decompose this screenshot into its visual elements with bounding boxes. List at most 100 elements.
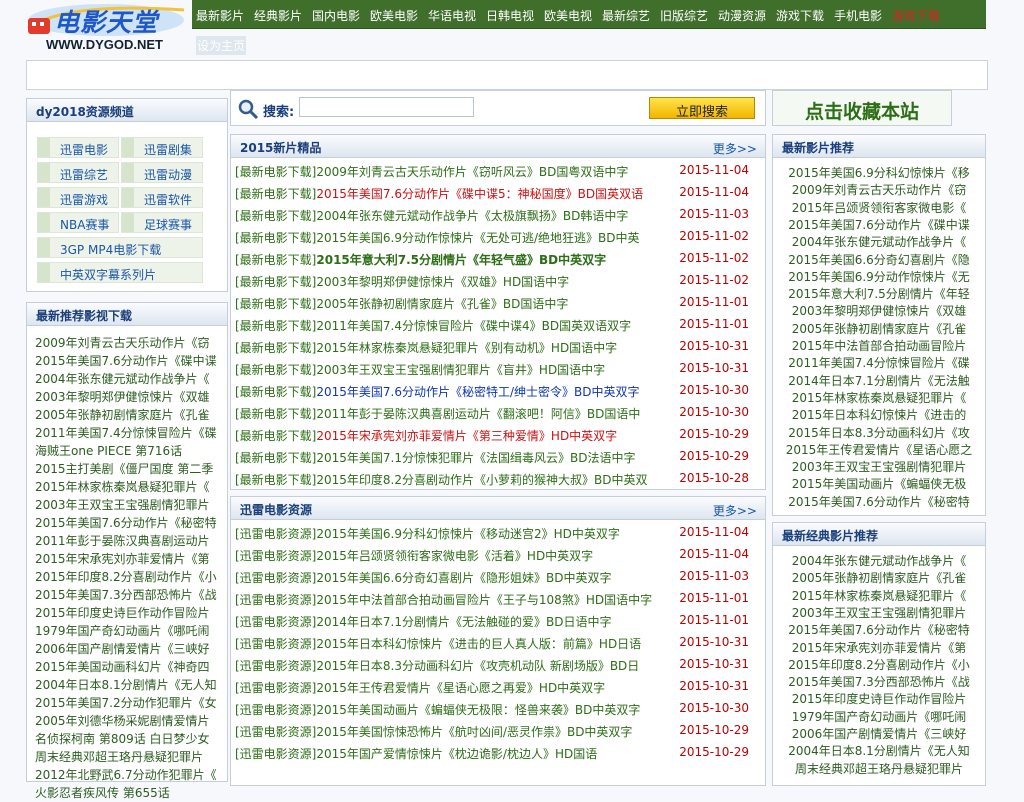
- nav-item-game-download-2[interactable]: 游戏下载: [892, 7, 940, 24]
- set-homepage-link[interactable]: 设为主页: [196, 36, 247, 55]
- left-recommend-item[interactable]: 2011年彭于晏陈汉典喜剧运动片: [35, 532, 223, 550]
- row-category[interactable]: [最新电影下载]: [235, 385, 316, 399]
- row-title[interactable]: 2015年美国6.9分科幻惊悚片《移动迷宫2》HD中英双字: [316, 527, 620, 541]
- xunlei-more-link[interactable]: 更多>>: [713, 502, 757, 519]
- nav-item-mobile-movies[interactable]: 手机电影: [834, 7, 882, 24]
- row-category[interactable]: [最新电影下载]: [235, 187, 316, 201]
- row-link[interactable]: [迅雷电影资源]2015年美国6.6分奇幻喜剧片《隐形姐妹》BD中英双字: [235, 569, 611, 586]
- row-link[interactable]: [迅雷电影资源]2015年国产爱情惊悚片《枕边诡影/枕边人》HD国语: [235, 745, 597, 762]
- row-title[interactable]: 2015年美国惊悚恐怖片《航吋凶间/恶灵作祟》BD中英双字: [316, 725, 632, 739]
- left-recommend-item[interactable]: 2015年美国动画科幻片《神奇四: [35, 658, 223, 676]
- row-category[interactable]: [迅雷电影资源]: [235, 549, 316, 563]
- row-category[interactable]: [最新电影下载]: [235, 429, 316, 443]
- right-new-item[interactable]: 2003年黎明郑伊健惊悚片《双雄: [773, 302, 985, 319]
- row-category[interactable]: [最新电影下载]: [235, 451, 316, 465]
- row-category[interactable]: [最新电影下载]: [235, 341, 316, 355]
- right-new-item[interactable]: 2015年王传君爱情片《星语心愿之: [773, 441, 985, 458]
- left-recommend-item[interactable]: 海贼王one PIECE 第716话: [35, 442, 223, 460]
- right-classic-item[interactable]: 2004年日本8.1分剧情片《无人知: [773, 742, 985, 759]
- right-classic-item[interactable]: 2005年张静初剧情家庭片《孔雀: [773, 569, 985, 586]
- row-title[interactable]: 2015年中法首部合拍动画冒险片《王子与108煞》HD国语中字: [316, 593, 652, 607]
- row-link[interactable]: [最新电影下载]2015年美国7.1分惊悚犯罪片《法国缉毒风云》BD法语中字: [235, 449, 635, 466]
- right-classic-item[interactable]: 2015年美国7.3分西部恐怖片《战: [773, 673, 985, 690]
- right-classic-item[interactable]: 2015年林家栋秦岚悬疑犯罪片《: [773, 587, 985, 604]
- row-title[interactable]: 2009年刘青云古天乐动作片《窃听风云》BD国粤双语中字: [316, 165, 628, 179]
- row-title[interactable]: 2015年美国7.6分动作片《秘密特工/绅士密令》BD中英双字: [316, 385, 639, 399]
- row-category[interactable]: [迅雷电影资源]: [235, 725, 316, 739]
- nav-item-classic-movies[interactable]: 经典影片: [254, 7, 302, 24]
- channel-item[interactable]: 中英双字幕系列片: [37, 262, 203, 283]
- right-new-item[interactable]: 2014年日本7.1分剧情片《无法触: [773, 372, 985, 389]
- row-link[interactable]: [最新电影下载]2015年美国7.6分动作片《秘密特工/绅士密令》BD中英双字: [235, 383, 640, 400]
- row-category[interactable]: [最新电影下载]: [235, 165, 316, 179]
- row-category[interactable]: [最新电影下载]: [235, 363, 316, 377]
- left-recommend-item[interactable]: 2015年美国7.2分动作犯罪片《女: [35, 694, 223, 712]
- row-title[interactable]: 2015年印度8.2分喜剧动作片《小萝莉的猴神大叔》BD中英双: [316, 473, 647, 487]
- row-category[interactable]: [最新电影下载]: [235, 407, 316, 421]
- nav-item-anime[interactable]: 动漫资源: [718, 7, 766, 24]
- row-link[interactable]: [最新电影下载]2015年宋承宪刘亦菲爱情片《第三种爱情》HD中英双字: [235, 427, 617, 444]
- row-category[interactable]: [迅雷电影资源]: [235, 703, 316, 717]
- row-category[interactable]: [迅雷电影资源]: [235, 593, 316, 607]
- right-new-item[interactable]: 2009年刘青云古天乐动作片《窃: [773, 181, 985, 198]
- row-link[interactable]: [迅雷电影资源]2015年日本8.3分动画科幻片《攻壳机动队 新剧场版》BD日: [235, 657, 639, 674]
- row-link[interactable]: [迅雷电影资源]2015年吕颂贤领衔客家微电影《活着》HD中英双字: [235, 547, 593, 564]
- left-recommend-item[interactable]: 2015年林家栋秦岚悬疑犯罪片《: [35, 478, 223, 496]
- row-category[interactable]: [迅雷电影资源]: [235, 659, 316, 673]
- row-category[interactable]: [最新电影下载]: [235, 319, 316, 333]
- left-recommend-item[interactable]: 火影忍者疾风传 第655话: [35, 784, 223, 802]
- row-category[interactable]: [迅雷电影资源]: [235, 571, 316, 585]
- row-category[interactable]: [最新电影下载]: [235, 253, 316, 267]
- right-classic-item[interactable]: 2015年宋承宪刘亦菲爱情片《第: [773, 639, 985, 656]
- right-new-item[interactable]: 2011年美国7.4分惊悚冒险片《碟: [773, 354, 985, 371]
- bookmark-button[interactable]: 点击收藏本站: [772, 90, 952, 126]
- row-link[interactable]: [最新电影下载]2011年彭于晏陈汉典喜剧运动片《翻滚吧！阿信》BD国语中: [235, 405, 640, 422]
- right-classic-item[interactable]: 1979年国产奇幻动画片《哪吒闹: [773, 708, 985, 725]
- row-link[interactable]: [最新电影下载]2015年意大利7.5分剧情片《年轻气盛》BD中英双字: [235, 251, 606, 268]
- channel-item[interactable]: 迅雷动漫: [121, 162, 203, 183]
- row-category[interactable]: [最新电影下载]: [235, 473, 316, 487]
- right-classic-item[interactable]: 2003年王双宝王宝强剧情犯罪片: [773, 604, 985, 621]
- right-new-item[interactable]: 2015年日本8.3分动画科幻片《攻: [773, 424, 985, 441]
- right-new-item[interactable]: 2015年日本科幻惊悚片《进击的: [773, 406, 985, 423]
- left-recommend-item[interactable]: 名侦探柯南 第809话 白日梦少女: [35, 730, 223, 748]
- row-category[interactable]: [迅雷电影资源]: [235, 637, 316, 651]
- row-category[interactable]: [迅雷电影资源]: [235, 615, 316, 629]
- row-title[interactable]: 2015年美国动画片《蝙蝠侠无极限：怪兽来袭》BD中英双字: [316, 703, 640, 717]
- left-recommend-item[interactable]: 2015年印度8.2分喜剧动作片《小: [35, 568, 223, 586]
- right-classic-item[interactable]: 2006年国产剧情爱情片《三峡好: [773, 725, 985, 742]
- row-title[interactable]: 2005年张静初剧情家庭片《孔雀》BD国语中字: [316, 297, 568, 311]
- right-new-item[interactable]: 2015年意大利7.5分剧情片《年轻: [773, 285, 985, 302]
- row-link[interactable]: [迅雷电影资源]2015年美国动画片《蝙蝠侠无极限：怪兽来袭》BD中英双字: [235, 701, 640, 718]
- row-title[interactable]: 2004年张东健元斌动作战争片《太极旗飘扬》BD韩语中字: [316, 209, 628, 223]
- right-new-item[interactable]: 2015年美国7.6分动作片《碟中谍: [773, 216, 985, 233]
- row-link[interactable]: [最新电影下载]2004年张东健元斌动作战争片《太极旗飘扬》BD韩语中字: [235, 207, 628, 224]
- row-title[interactable]: 2011年彭于晏陈汉典喜剧运动片《翻滚吧！阿信》BD国语中: [316, 407, 640, 421]
- row-category[interactable]: [最新电影下载]: [235, 209, 316, 223]
- left-recommend-item[interactable]: 2004年日本8.1分剧情片《无人知: [35, 676, 223, 694]
- right-new-item[interactable]: 2015年美国6.6分奇幻喜剧片《隐: [773, 251, 985, 268]
- right-classic-item[interactable]: 2004年张东健元斌动作战争片《: [773, 552, 985, 569]
- right-new-item[interactable]: 2004年张东健元斌动作战争片《: [773, 233, 985, 250]
- row-link[interactable]: [迅雷电影资源]2015年日本科幻惊悚片《进击的巨人真人版：前篇》HD日语: [235, 635, 641, 652]
- nav-item-jpkr-tv[interactable]: 日韩电视: [486, 7, 534, 24]
- channel-item[interactable]: 迅雷电影: [37, 137, 119, 158]
- channel-item[interactable]: 3GP MP4电影下载: [37, 237, 203, 258]
- right-classic-item[interactable]: 2015年印度史诗巨作动作冒险片: [773, 690, 985, 707]
- new2015-more-link[interactable]: 更多>>: [713, 140, 757, 157]
- left-recommend-item[interactable]: 周末经典邓超王珞丹悬疑犯罪片: [35, 748, 223, 766]
- row-link[interactable]: [迅雷电影资源]2014年日本7.1分剧情片《无法触碰的爱》BD日语中字: [235, 613, 611, 630]
- row-title[interactable]: 2015年日本科幻惊悚片《进击的巨人真人版：前篇》HD日语: [316, 637, 641, 651]
- row-title[interactable]: 2015年美国7.6分动作片《碟中谍5：神秘国度》BD国英双语: [316, 187, 643, 201]
- right-new-item[interactable]: 2015年林家栋秦岚悬疑犯罪片《: [773, 389, 985, 406]
- channel-item[interactable]: 足球赛事: [121, 212, 203, 233]
- channel-item[interactable]: 迅雷剧集: [121, 137, 203, 158]
- row-title[interactable]: 2003年王双宝王宝强剧情犯罪片《盲井》HD国语中字: [316, 363, 605, 377]
- row-title[interactable]: 2015年吕颂贤领衔客家微电影《活着》HD中英双字: [316, 549, 593, 563]
- row-category[interactable]: [迅雷电影资源]: [235, 681, 316, 695]
- left-recommend-item[interactable]: 2006年国产剧情爱情片《三峡好: [35, 640, 223, 658]
- row-title[interactable]: 2011年美国7.4分惊悚冒险片《碟中谍4》BD国英双语双字: [316, 319, 631, 333]
- right-new-item[interactable]: 2015年中法首部合拍动画冒险片: [773, 337, 985, 354]
- left-recommend-item[interactable]: 2015年美国7.3分西部恐怖片《战: [35, 586, 223, 604]
- search-button[interactable]: 立即搜索: [649, 97, 755, 120]
